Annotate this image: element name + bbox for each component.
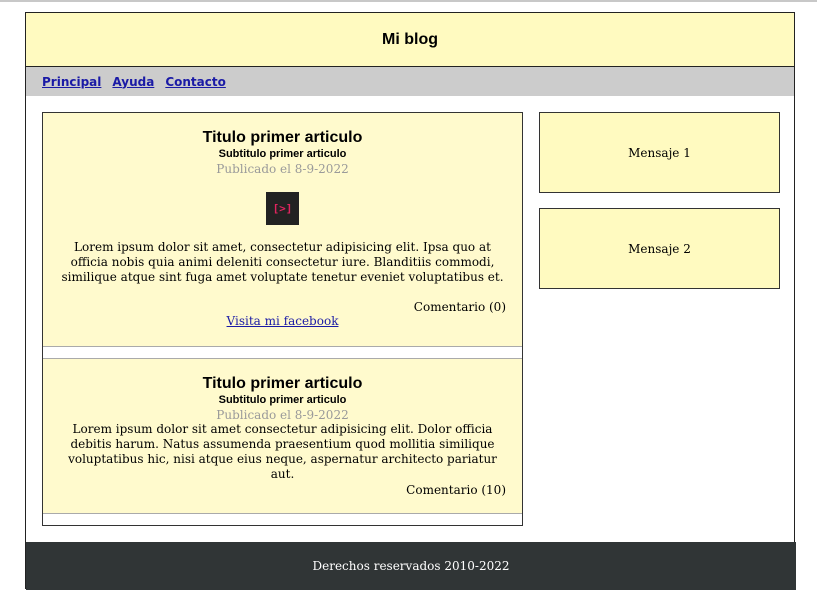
nav-link-principal[interactable]: Principal (42, 75, 101, 89)
main-nav: Principal Ayuda Contacto (26, 67, 794, 96)
message-text: Mensaje 1 (628, 145, 691, 160)
article-card: Titulo primer articulo Subtitulo primer … (43, 358, 522, 514)
top-divider (0, 0, 817, 2)
site-header: Mi blog (26, 13, 794, 67)
copyright-text: Derechos reservados 2010-2022 (312, 559, 510, 573)
page-container: Mi blog Principal Ayuda Contacto Titulo … (25, 12, 796, 590)
media-player[interactable]: [>] (266, 192, 299, 225)
play-icon: [>] (272, 202, 293, 215)
comment-count[interactable]: Comentario (10) (406, 483, 506, 497)
article-body: Lorem ipsum dolor sit amet, consectetur … (61, 240, 504, 284)
article-title: Titulo primer articulo (202, 375, 363, 392)
article-date: Publicado el 8-9-2022 (216, 408, 349, 422)
message-box: Mensaje 2 (539, 208, 780, 289)
nav-link-contacto[interactable]: Contacto (165, 75, 226, 89)
site-title: Mi blog (382, 30, 438, 48)
nav-link-ayuda[interactable]: Ayuda (112, 75, 154, 89)
article-date: Publicado el 8-9-2022 (216, 162, 349, 176)
message-text: Mensaje 2 (628, 241, 691, 256)
articles-section: Titulo primer articulo Subtitulo primer … (42, 112, 523, 526)
article-subtitle: Subtitulo primer articulo (218, 394, 347, 406)
article-title: Titulo primer articulo (202, 129, 363, 146)
facebook-link[interactable]: Visita mi facebook (227, 314, 339, 328)
article-body: Lorem ipsum dolor sit amet consectetur a… (68, 422, 497, 481)
message-box: Mensaje 1 (539, 112, 780, 193)
comment-count[interactable]: Comentario (0) (414, 300, 506, 314)
article-card: Titulo primer articulo Subtitulo primer … (43, 113, 522, 347)
article-subtitle: Subtitulo primer articulo (218, 148, 347, 160)
site-footer: Derechos reservados 2010-2022 (26, 542, 796, 590)
